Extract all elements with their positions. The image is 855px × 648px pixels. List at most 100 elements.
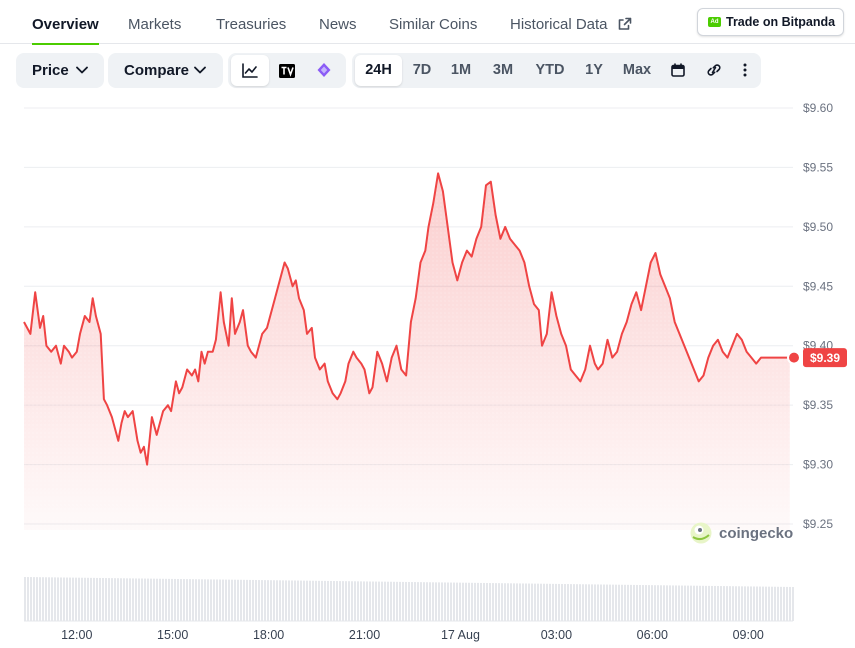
volume-bar: [132, 578, 134, 621]
x-tick-label: 18:00: [253, 628, 284, 642]
volume-bar: [114, 578, 116, 621]
volume-bar: [207, 579, 209, 621]
volume-bar: [27, 577, 29, 621]
volume-bar: [588, 584, 590, 621]
volume-bar: [777, 586, 779, 621]
tab-treasuries[interactable]: Treasuries: [216, 0, 286, 44]
volume-bar: [105, 578, 107, 621]
volume-bar: [747, 586, 749, 621]
volume-bar: [219, 579, 221, 621]
volume-bar: [315, 580, 317, 621]
volume-bar: [633, 584, 635, 621]
price-chart[interactable]: $9.60$9.55$9.50$9.45$9.40$9.35$9.30$9.25…: [0, 100, 855, 648]
tradingview-chart-button[interactable]: [269, 55, 305, 86]
volume-bar: [429, 582, 431, 621]
volume-bar: [327, 580, 329, 621]
volume-bar: [252, 579, 254, 621]
volume-bar: [348, 581, 350, 621]
volume-bar: [75, 577, 77, 621]
volume-bar: [66, 577, 68, 621]
volume-bar: [42, 577, 44, 621]
current-price-dot: [787, 350, 801, 365]
volume-bar: [453, 582, 455, 621]
line-chart-icon: [242, 63, 258, 78]
range-7d-button[interactable]: 7D: [404, 55, 440, 86]
volume-bar: [498, 583, 500, 621]
price-dropdown[interactable]: Price: [16, 53, 104, 88]
volume-bar: [678, 585, 680, 621]
volume-bar: [531, 583, 533, 621]
volume-bar: [720, 586, 722, 621]
volume-bar: [537, 583, 539, 621]
volume-bar: [756, 586, 758, 621]
volume-bar: [381, 581, 383, 621]
volume-bar: [345, 581, 347, 621]
x-tick-label: 03:00: [541, 628, 572, 642]
coingecko-logo-icon: [690, 522, 712, 544]
range-max-button[interactable]: Max: [615, 55, 659, 86]
volume-bar: [171, 578, 173, 621]
volume-bar: [45, 577, 47, 621]
volume-bar: [462, 582, 464, 621]
y-tick-label: $9.55: [803, 160, 833, 174]
x-tick-label: 15:00: [157, 628, 188, 642]
volume-bar: [507, 583, 509, 621]
tab-historical-data[interactable]: Historical Data: [510, 0, 632, 44]
volume-bar: [312, 580, 314, 621]
range-1y-button[interactable]: 1Y: [577, 55, 611, 86]
tab-markets[interactable]: Markets: [128, 0, 181, 44]
volume-bar: [375, 581, 377, 621]
volume-bar: [306, 580, 308, 621]
volume-bar: [129, 578, 131, 621]
more-vertical-icon[interactable]: [743, 63, 747, 77]
volume-bar: [402, 581, 404, 621]
volume-bar: [357, 581, 359, 621]
volume-bar: [354, 581, 356, 621]
volume-bar: [522, 583, 524, 621]
tab-news[interactable]: News: [319, 0, 357, 44]
range-3m-button[interactable]: 3M: [483, 55, 523, 86]
volume-bar: [36, 577, 38, 621]
volume-bar: [435, 582, 437, 621]
volume-bar: [771, 586, 773, 621]
calendar-icon[interactable]: [671, 63, 685, 77]
volume-bar: [627, 584, 629, 621]
range-24h-button[interactable]: 24H: [355, 55, 402, 86]
volume-bar: [723, 586, 725, 621]
volume-bar: [624, 584, 626, 621]
diamond-icon: [317, 63, 331, 77]
volume-bar: [126, 578, 128, 621]
volume-bar: [468, 582, 470, 621]
volume-bar: [369, 581, 371, 621]
volume-bar: [591, 584, 593, 621]
volume-bar: [222, 579, 224, 621]
volume-bar: [426, 582, 428, 621]
tab-similar-coins[interactable]: Similar Coins: [389, 0, 477, 44]
line-chart-button[interactable]: [231, 55, 269, 86]
volume-bar: [411, 582, 413, 621]
volume-bar: [144, 578, 146, 621]
volume-bar: [390, 581, 392, 621]
range-1m-button[interactable]: 1M: [443, 55, 479, 86]
volume-bar: [636, 584, 638, 621]
trade-on-bitpanda-button[interactable]: Ad Trade on Bitpanda: [697, 8, 844, 36]
compare-dropdown[interactable]: Compare: [108, 53, 223, 88]
volume-bar: [774, 586, 776, 621]
diamond-chart-button[interactable]: [305, 55, 343, 86]
volume-bar: [249, 579, 251, 621]
price-dropdown-label: Price: [32, 62, 69, 79]
volume-bar: [276, 580, 278, 621]
volume-bar: [597, 584, 599, 621]
volume-bar: [699, 585, 701, 621]
link-icon[interactable]: [705, 62, 723, 78]
tab-historical-data-label: Historical Data: [510, 16, 608, 33]
volume-bar: [474, 582, 476, 621]
x-axis: 12:00 15:00 18:00 21:00 17 Aug 03:00 06:00 09:0…: [61, 628, 764, 642]
volume-bar: [339, 581, 341, 621]
tab-overview[interactable]: Overview: [32, 0, 99, 45]
y-tick-label: $9.60: [803, 101, 833, 115]
volume-bar: [477, 582, 479, 621]
volume-bar: [438, 582, 440, 621]
volume-bar: [525, 583, 527, 621]
range-ytd-button[interactable]: YTD: [527, 55, 573, 86]
